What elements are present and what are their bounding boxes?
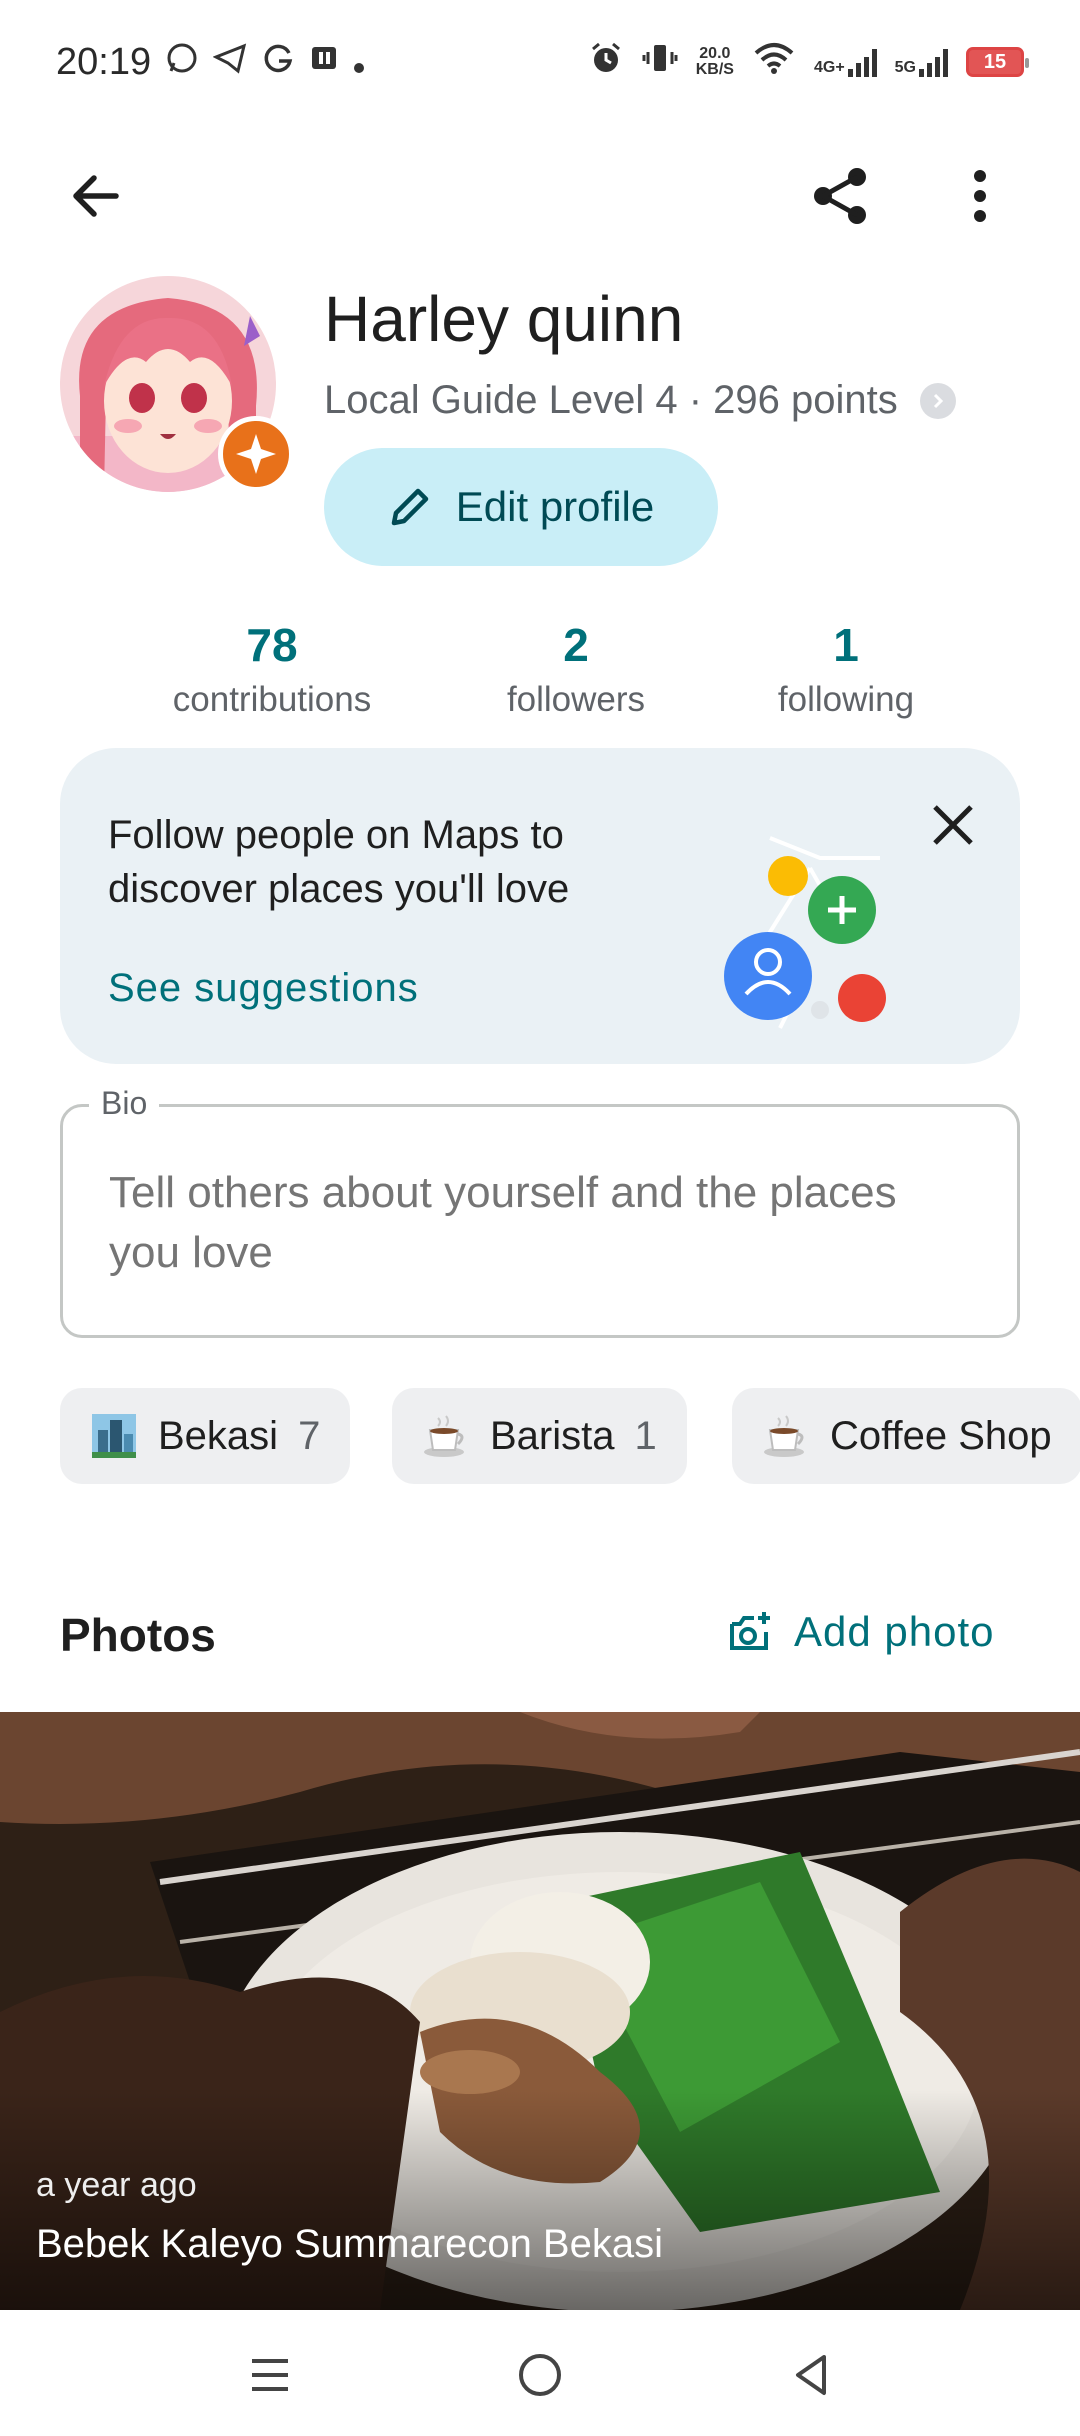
stat-label: following [777,680,915,719]
chip-count: 7 [298,1413,321,1458]
stat-followers[interactable]: 2 followers [476,618,676,720]
vibrate-icon [642,40,678,84]
follow-suggestion-card: Follow people on Maps to discover places… [60,748,1020,1064]
interest-chips: Bekasi 7 Barista 1 Coffee Shop [60,1388,1080,1484]
chip-barista[interactable]: Barista 1 [392,1388,687,1484]
signal-5g-label: 5G [894,59,916,76]
status-left: 20:19 [56,41,365,84]
stat-value: 2 [563,619,589,671]
see-suggestions-link[interactable]: See suggestions [108,966,419,1011]
local-guide-level[interactable]: Local Guide Level 4 · 296 points [324,378,956,423]
share-icon [814,168,866,224]
home-circle-icon [519,2354,561,2396]
whatsapp-icon [165,41,199,84]
status-bar: 20:19 20.0 KB/S 4G+ 5G 15 [0,0,1080,124]
chip-coffee-shop[interactable]: Coffee Shop [732,1388,1080,1484]
battery-level: 15 [983,50,1007,73]
local-guide-level-text: Local Guide Level 4 · 296 points [324,378,898,422]
back-triangle-icon [796,2355,826,2395]
menu-icon [252,2359,288,2391]
system-nav-bar [0,2310,1080,2436]
chip-bekasi[interactable]: Bekasi 7 [60,1388,351,1484]
bio-input[interactable] [109,1163,909,1283]
stat-label: contributions [172,680,372,719]
signal-4g-label: 4G+ [813,59,845,76]
home-button[interactable] [500,2340,580,2410]
back-button[interactable] [60,160,132,232]
dismiss-suggestion-button[interactable] [918,790,988,860]
local-guide-badge-icon [218,416,294,492]
edit-profile-label: Edit profile [455,483,655,530]
chevron-right-icon [919,382,956,419]
coffee-icon [762,1412,810,1460]
stat-contributions[interactable]: 78 contributions [160,618,384,720]
profile-name: Harley quinn [324,283,684,355]
chip-count: 1 [634,1413,657,1458]
photo-timestamp: a year ago [36,2166,197,2204]
wifi-icon [752,41,796,83]
recent-apps-button[interactable] [230,2340,310,2410]
network-speed: 20.0 KB/S [696,46,734,78]
signal-bars-icon [919,47,948,77]
stat-following[interactable]: 1 following [746,618,946,720]
suggestion-text: Follow people on Maps to discover places… [108,813,570,911]
bio-field[interactable]: Bio [60,1085,1020,1338]
system-back-button[interactable] [770,2340,850,2410]
telegram-icon [212,41,247,84]
notification-app-icon [309,43,339,82]
back-arrow-icon [73,175,119,217]
close-icon [933,805,973,845]
add-photo-label: Add photo [794,1608,995,1655]
status-time: 20:19 [56,40,152,83]
city-icon [90,1412,138,1460]
more-notifications-dot [353,41,365,84]
status-right: 20.0 KB/S 4G+ 5G 15 [588,40,1029,84]
stat-value: 78 [246,619,298,671]
add-photo-button[interactable]: Add photo [728,1608,995,1656]
battery-icon: 15 [966,47,1029,77]
chip-label: Barista [490,1413,615,1458]
signal-4g: 4G+ [814,47,877,77]
photo-place-name[interactable]: Bebek Kaleyo Summarecon Bekasi [36,2222,663,2267]
more-vert-icon [974,170,986,222]
add-photo-icon [730,1612,770,1650]
chip-label: Coffee Shop [830,1413,1052,1458]
signal-bars-icon [847,47,877,77]
edit-profile-button[interactable]: Edit profile [324,448,718,566]
stat-value: 1 [833,619,859,671]
signal-5g: 5G [895,47,948,77]
photo-thumbnail[interactable] [0,1712,1080,2310]
stat-label: followers [506,680,646,719]
google-icon [261,41,295,84]
photos-heading: Photos [60,1609,216,1661]
coffee-icon [422,1412,470,1460]
profile-avatar[interactable] [60,276,294,492]
bio-label: Bio [89,1085,160,1122]
profile-stats: 78 contributions 2 followers 1 following [0,618,1080,738]
share-button[interactable] [800,160,880,232]
more-options-button[interactable] [950,160,1010,232]
people-network-illustration-icon [700,798,920,1038]
pencil-icon [391,488,429,526]
speed-unit: KB/S [695,61,734,78]
alarm-icon [588,40,624,84]
app-bar [0,150,1080,240]
chip-label: Bekasi [158,1413,279,1458]
speed-value: 20.0 [699,45,731,62]
